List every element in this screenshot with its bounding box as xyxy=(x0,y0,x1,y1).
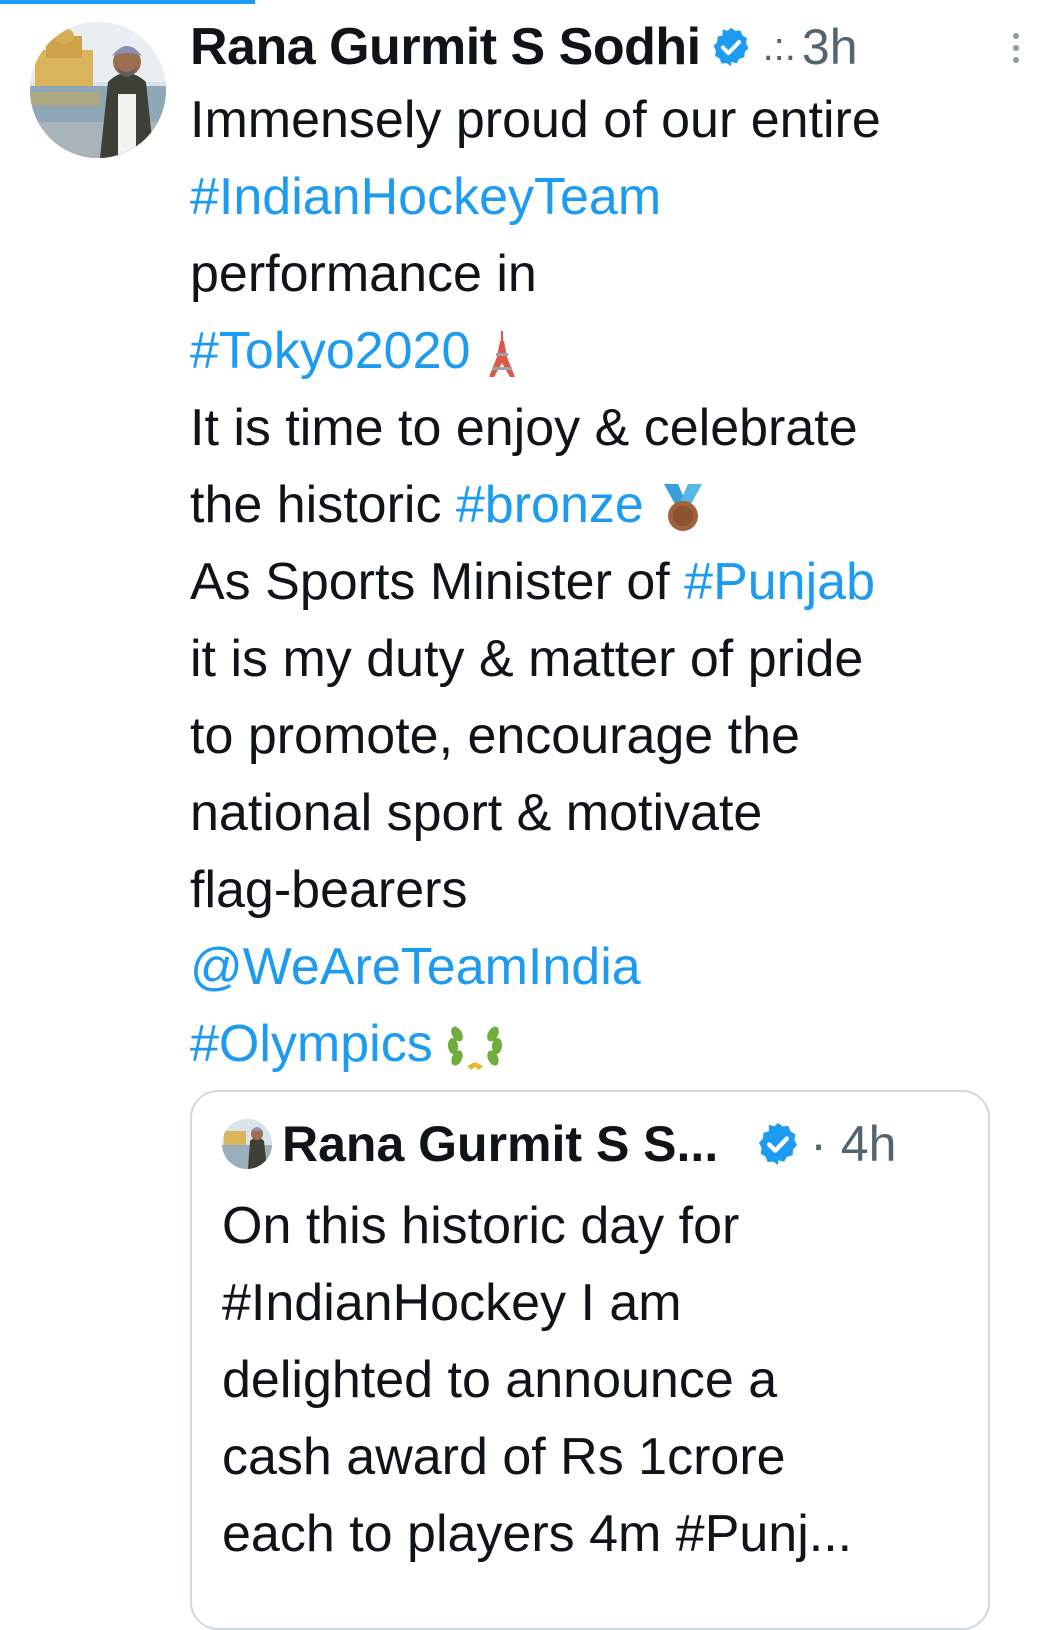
hashtag-link[interactable]: #IndianHockeyTeam xyxy=(190,168,661,226)
tweet-text-line: #IndianHockeyTeam xyxy=(190,159,1010,236)
tweet-header: Rana Gurmit S Sodhi .:. 3h xyxy=(190,12,1019,82)
tweet-text-line: #Tokyo2020 xyxy=(190,313,1010,390)
verified-badge-icon xyxy=(713,27,748,67)
quoted-tweet-card[interactable]: Rana Gurmit S S... · 4h On this historic… xyxy=(190,1090,990,1630)
tweet-text-line: As Sports Minister of #Punjab xyxy=(190,544,1010,621)
hashtag-link[interactable]: #Punjab xyxy=(684,553,875,611)
tweet-text-segment: national sport & motivate xyxy=(190,784,763,842)
quoted-tweet-timestamp: · 4h xyxy=(810,1116,897,1172)
tweet-text-segment: to promote, encourage the xyxy=(190,707,800,765)
quoted-text-line: each to players 4m #Punj... xyxy=(222,1505,853,1563)
hashtag-link[interactable]: #bronze xyxy=(456,476,644,534)
avatar-photo xyxy=(30,22,166,158)
mention-link[interactable]: @WeAreTeamIndia xyxy=(190,938,641,996)
tweet-text-line: to promote, encourage the xyxy=(190,698,1010,775)
tweet-text-line: national sport & motivate xyxy=(190,775,1010,852)
more-options-icon[interactable] xyxy=(1010,30,1022,66)
olympic-laurel-icon xyxy=(448,1026,503,1071)
quoted-text-line: On this historic day for xyxy=(222,1197,740,1255)
bronze-medal-icon xyxy=(664,484,703,532)
quoted-verified-badge-icon xyxy=(759,1123,798,1165)
quoted-tweet-header: Rana Gurmit S S... · 4h xyxy=(222,1114,896,1174)
tweet-text-line: the historic #bronze xyxy=(190,467,1010,544)
quoted-tweet-text: On this historic day for #IndianHockey I… xyxy=(222,1188,962,1573)
tweet-text-segment: the historic xyxy=(190,476,456,534)
tweet-text-segment: Immensely proud of our entire xyxy=(190,91,881,149)
tweet-text-line: #Olympics xyxy=(190,1006,1010,1083)
time-separator: .:. xyxy=(762,24,796,69)
tweet-text-line: it is my duty & matter of pride xyxy=(190,621,1010,698)
hashtag-link[interactable]: #Tokyo2020 xyxy=(190,322,470,380)
tweet-text-line: Immensely proud of our entire xyxy=(190,82,1010,159)
tweet-text-segment: performance in xyxy=(190,245,537,303)
tweet-text-line: flag-bearers xyxy=(190,852,1010,929)
tokyo-tower-icon xyxy=(488,331,515,378)
tweet-text-segment: it is my duty & matter of pride xyxy=(190,630,864,688)
tweet-text: Immensely proud of our entire #IndianHock… xyxy=(190,82,1010,1083)
tweet-text-line: @WeAreTeamIndia xyxy=(190,929,1010,1006)
tweet-text-line: It is time to enjoy & celebrate xyxy=(190,390,1010,467)
tweet-text-segment: It is time to enjoy & celebrate xyxy=(190,399,858,457)
quoted-text-line: cash award of Rs 1crore xyxy=(222,1428,786,1486)
quoted-avatar xyxy=(222,1119,272,1169)
quoted-avatar-photo xyxy=(222,1119,272,1169)
hashtag-link[interactable]: #Olympics xyxy=(190,1015,433,1073)
tweet-timestamp[interactable]: 3h xyxy=(802,18,858,76)
tweet-text-line: performance in xyxy=(190,236,1010,313)
quoted-text-line: delighted to announce a xyxy=(222,1351,778,1409)
tweet-text-segment: flag-bearers xyxy=(190,861,468,919)
top-progress-bar xyxy=(0,0,255,4)
author-name[interactable]: Rana Gurmit S Sodhi xyxy=(190,17,701,77)
quoted-author-name[interactable]: Rana Gurmit S S... xyxy=(282,1115,718,1173)
tweet-text-segment: As Sports Minister of xyxy=(190,553,685,611)
avatar[interactable] xyxy=(30,22,166,158)
quoted-text-line: #IndianHockey I am xyxy=(222,1274,682,1332)
